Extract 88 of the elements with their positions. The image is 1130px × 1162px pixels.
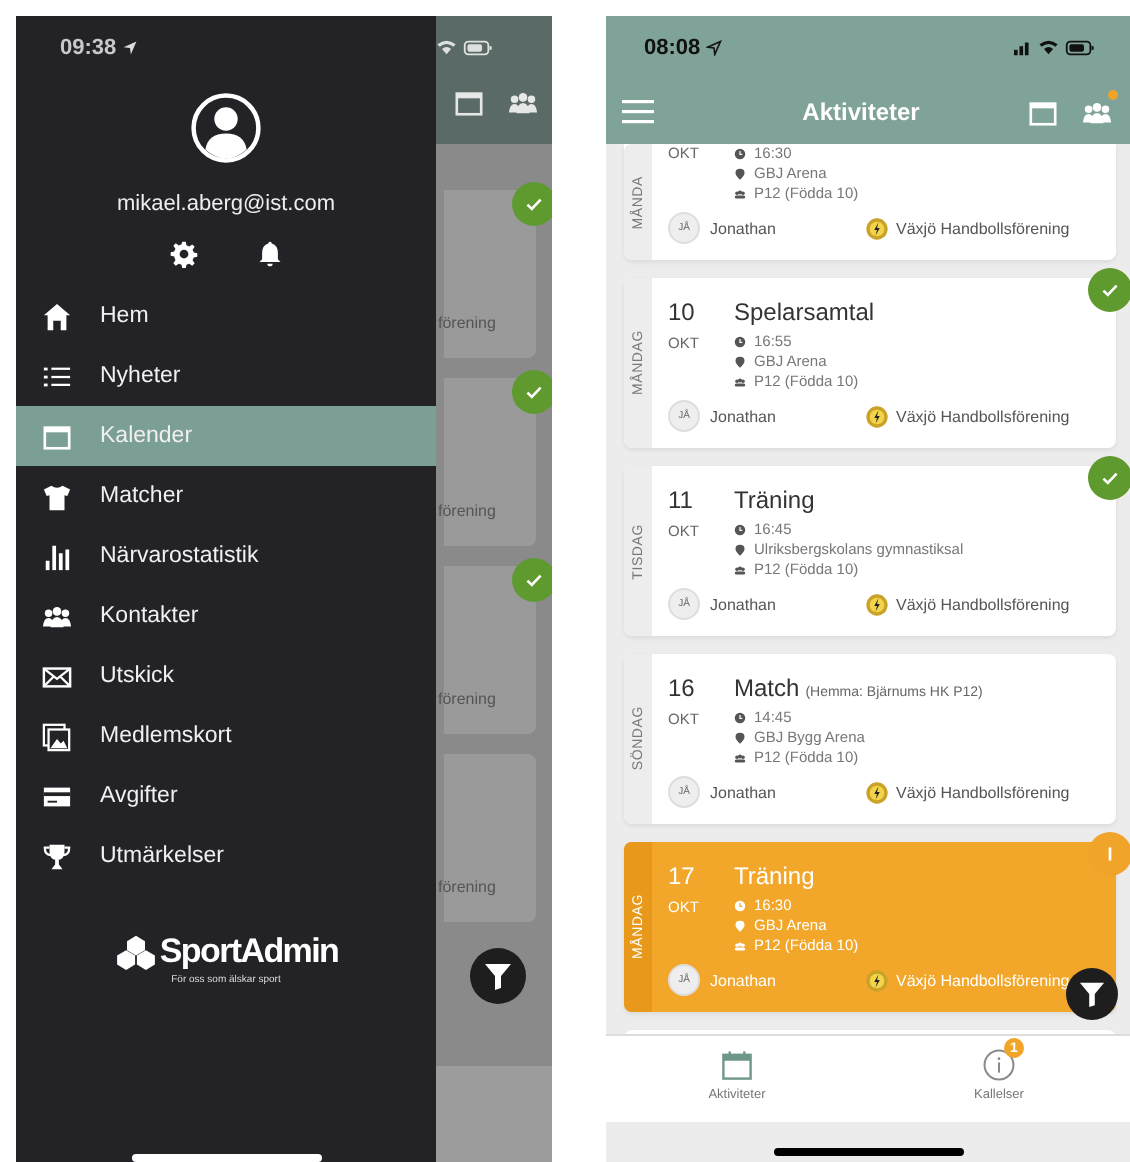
- person-name: Jonathan: [710, 971, 778, 989]
- status-icons: [1014, 38, 1094, 58]
- calendar-icon: [454, 87, 484, 117]
- person-name: Jonathan: [710, 219, 778, 237]
- location-pin-icon: [734, 355, 746, 367]
- location-pin-icon: [734, 731, 746, 743]
- club-name: Växjö Handbollsförening: [896, 407, 1070, 425]
- user-email: mikael.aberg@ist.com: [117, 192, 335, 216]
- event-date: 11: [668, 486, 695, 514]
- event-title: Match: [734, 674, 800, 702]
- group-icon: [734, 563, 746, 575]
- check-badge-icon: [512, 558, 552, 602]
- home-icon: [42, 301, 72, 331]
- event-date: 17: [668, 862, 697, 890]
- menu-item[interactable]: Matcher: [16, 466, 436, 526]
- group-icon: [734, 375, 746, 387]
- club-name: förening: [438, 878, 496, 896]
- menu-item[interactable]: Närvarostatistik: [16, 526, 436, 586]
- club-logo-icon: [866, 593, 888, 615]
- settings-icon[interactable]: [169, 240, 197, 268]
- bar-chart-icon: [42, 541, 72, 571]
- club-logo-icon: [866, 405, 888, 427]
- calendar-icon: [42, 421, 72, 451]
- filter-icon[interactable]: [470, 948, 526, 1004]
- people-icon: [1082, 97, 1112, 127]
- clock-icon: [734, 147, 746, 159]
- club-name: förening: [438, 502, 496, 520]
- club-logo-icon: [866, 217, 888, 239]
- photo-icon: [42, 721, 72, 751]
- club-logo-icon: [866, 781, 888, 803]
- group-icon: [734, 187, 746, 199]
- status-icons: [436, 38, 492, 58]
- menu-item[interactable]: Kontakter: [16, 586, 436, 646]
- location-arrow-icon: [706, 40, 723, 56]
- club-name: förening: [438, 314, 496, 332]
- status-time: 09:38: [60, 36, 117, 60]
- event-date: 16: [668, 674, 697, 702]
- clock-icon: [734, 523, 746, 535]
- group-icon: [734, 939, 746, 951]
- person-name: Jonathan: [710, 407, 778, 425]
- location-pin-icon: [734, 167, 746, 179]
- calendar-icon: [1028, 97, 1058, 127]
- status-time: 08:08: [644, 36, 701, 60]
- check-badge-icon: [1088, 456, 1130, 500]
- trophy-icon: [42, 841, 72, 871]
- menu-item[interactable]: Utskick: [16, 646, 436, 706]
- location-arrow-icon: [122, 40, 139, 56]
- event-date: 10: [668, 298, 697, 326]
- club-name: förening: [438, 690, 496, 708]
- event-title: Träning: [734, 862, 815, 890]
- clock-icon: [734, 711, 746, 723]
- screen-title: Aktiviteter: [800, 98, 922, 126]
- event-title: Spelarsamtal: [734, 298, 875, 326]
- tab-bar: [436, 1066, 552, 1162]
- event-title: Träning: [734, 486, 815, 514]
- menu-item[interactable]: Nyheter: [16, 346, 436, 406]
- info-badge-icon: [1088, 832, 1130, 876]
- clock-icon: [734, 335, 746, 347]
- clock-icon: [734, 899, 746, 911]
- people-icon: [42, 601, 72, 631]
- check-badge-icon: [512, 182, 552, 226]
- envelope-icon: [42, 661, 72, 691]
- group-icon: [734, 751, 746, 763]
- person-name: Jonathan: [710, 783, 778, 801]
- bell-icon[interactable]: [255, 240, 283, 268]
- club-name: Växjö Handbollsförening: [896, 783, 1070, 801]
- check-badge-icon: [1088, 268, 1130, 312]
- calendar-icon: [720, 1048, 754, 1082]
- logo-wordmark: SportAdmin: [159, 932, 339, 972]
- club-logo-icon: [866, 969, 888, 991]
- club-name: Växjö Handbollsförening: [896, 219, 1070, 237]
- club-name: Växjö Handbollsförening: [896, 595, 1070, 613]
- menu-item[interactable]: Medlemskort: [16, 706, 436, 766]
- info-icon: [982, 1048, 1016, 1082]
- check-badge-icon: [512, 370, 552, 414]
- menu-item[interactable]: Utmärkelser: [16, 826, 436, 886]
- menu-item[interactable]: Avgifter: [16, 766, 436, 826]
- shirt-icon: [42, 481, 72, 511]
- menu-icon[interactable]: [622, 100, 654, 124]
- location-pin-icon: [734, 543, 746, 555]
- menu-item[interactable]: Hem: [16, 286, 436, 346]
- filter-icon[interactable]: [1066, 968, 1118, 1020]
- location-pin-icon: [734, 919, 746, 931]
- logo-cubes-icon: [113, 934, 158, 970]
- people-icon: [508, 87, 538, 117]
- club-name: Växjö Handbollsförening: [896, 971, 1070, 989]
- user-avatar-icon[interactable]: [190, 92, 262, 164]
- person-name: Jonathan: [710, 595, 778, 613]
